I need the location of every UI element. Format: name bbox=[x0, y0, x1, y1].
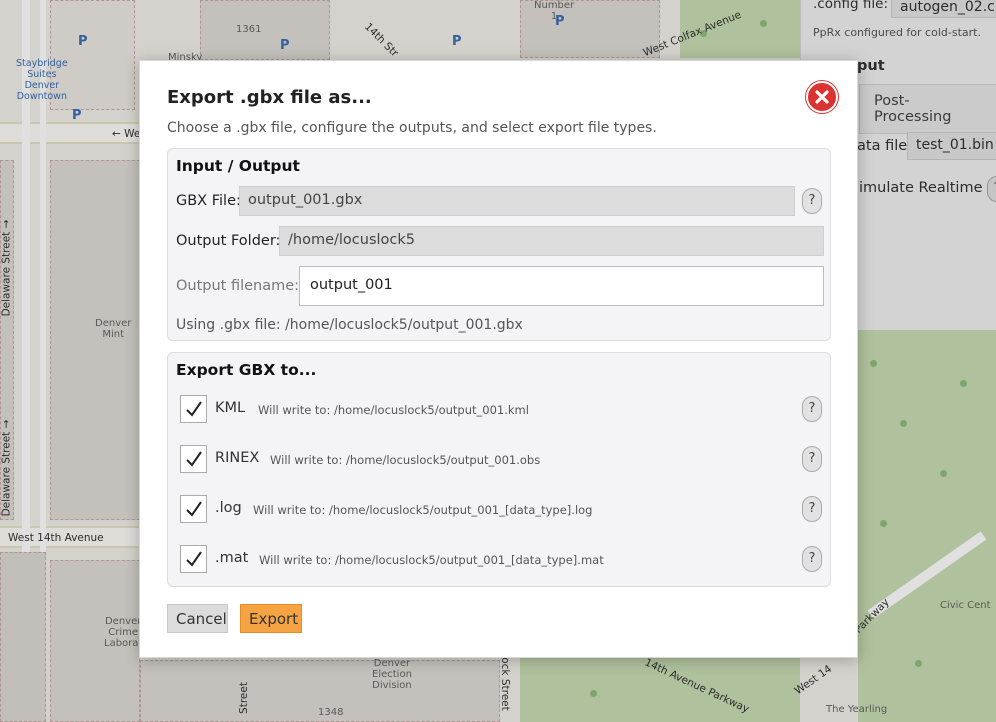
rinex-checkbox[interactable] bbox=[180, 445, 207, 473]
help-icon[interactable]: ? bbox=[802, 188, 822, 214]
input-output-section: Input / Output GBX File: output_001.gbx … bbox=[167, 148, 831, 341]
checkmark-icon bbox=[186, 501, 202, 517]
export-path-text: Will write to: /home/locuslock5/output_0… bbox=[270, 453, 541, 467]
export-type-label: RINEX bbox=[215, 450, 260, 466]
gbx-file-label: GBX File: bbox=[176, 193, 241, 209]
kml-checkbox[interactable] bbox=[180, 395, 207, 423]
help-icon[interactable]: ? bbox=[802, 496, 822, 522]
close-button[interactable] bbox=[806, 81, 838, 113]
export-path-text: Will write to: /home/locuslock5/output_0… bbox=[253, 503, 593, 517]
export-gbx-dialog: Export .gbx file as... Choose a .gbx fil… bbox=[139, 60, 858, 658]
export-row-mat: .mat Will write to: /home/locuslock5/out… bbox=[180, 545, 828, 575]
export-gbx-section: Export GBX to... KML Will write to: /hom… bbox=[167, 352, 831, 587]
checkmark-icon bbox=[186, 551, 202, 567]
export-path-text: Will write to: /home/locuslock5/output_0… bbox=[258, 403, 529, 417]
section-title: Input / Output bbox=[176, 157, 300, 175]
output-filename-label: Output filename: bbox=[176, 278, 300, 294]
export-row-kml: KML Will write to: /home/locuslock5/outp… bbox=[180, 395, 828, 425]
export-row-log: .log Will write to: /home/locuslock5/out… bbox=[180, 495, 828, 525]
using-gbx-note: Using .gbx file: /home/locuslock5/output… bbox=[176, 317, 523, 333]
export-path-text: Will write to: /home/locuslock5/output_0… bbox=[259, 553, 604, 567]
checkmark-icon bbox=[186, 401, 202, 417]
export-type-label: .mat bbox=[215, 550, 249, 566]
output-filename-input[interactable]: output_001 bbox=[299, 266, 824, 306]
gbx-file-field[interactable]: output_001.gbx bbox=[239, 186, 795, 216]
checkmark-icon bbox=[186, 451, 202, 467]
help-icon[interactable]: ? bbox=[802, 546, 822, 572]
log-checkbox[interactable] bbox=[180, 495, 207, 523]
cancel-button[interactable]: Cancel bbox=[167, 604, 228, 633]
export-row-rinex: RINEX Will write to: /home/locuslock5/ou… bbox=[180, 445, 828, 475]
mat-checkbox[interactable] bbox=[180, 545, 207, 573]
section-title: Export GBX to... bbox=[176, 361, 317, 379]
output-folder-label: Output Folder: bbox=[176, 233, 281, 249]
dialog-subtitle: Choose a .gbx file, configure the output… bbox=[167, 120, 657, 136]
dialog-title: Export .gbx file as... bbox=[167, 87, 372, 108]
export-type-label: .log bbox=[215, 500, 242, 516]
help-icon[interactable]: ? bbox=[802, 446, 822, 472]
help-icon[interactable]: ? bbox=[802, 396, 822, 422]
export-type-label: KML bbox=[215, 400, 246, 416]
close-icon bbox=[815, 90, 829, 104]
export-button[interactable]: Export bbox=[240, 604, 302, 633]
output-folder-field[interactable]: /home/locuslock5 bbox=[279, 226, 824, 256]
